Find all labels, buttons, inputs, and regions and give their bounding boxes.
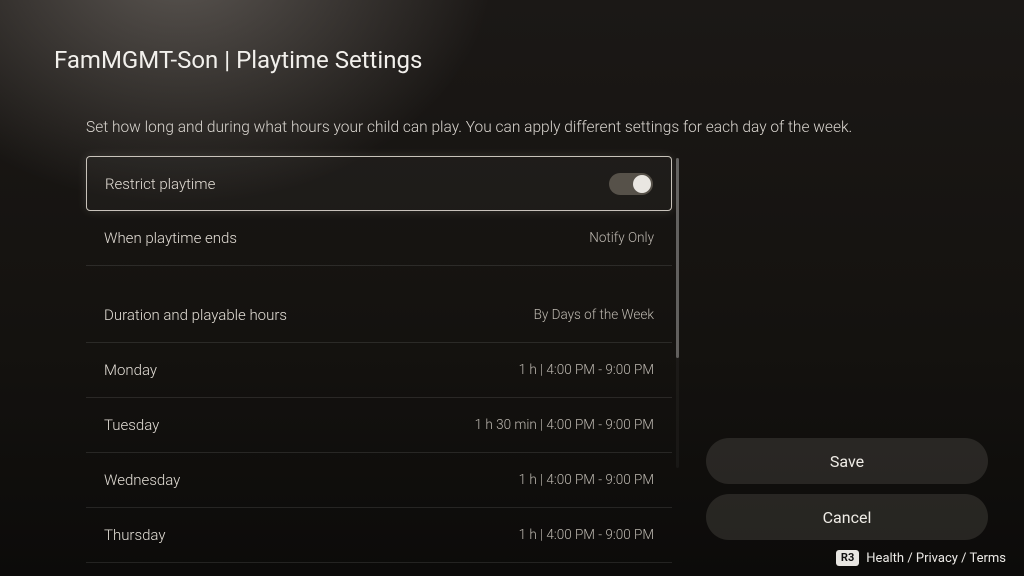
row-label: Monday [104, 361, 157, 379]
r3-button-hint-icon: R3 [836, 550, 859, 566]
row-day-tuesday[interactable]: Tuesday 1 h 30 min | 4:00 PM - 9:00 PM [86, 398, 672, 453]
row-label: Restrict playtime [105, 175, 215, 193]
row-day-wednesday[interactable]: Wednesday 1 h | 4:00 PM - 9:00 PM [86, 453, 672, 508]
row-day-thursday[interactable]: Thursday 1 h | 4:00 PM - 9:00 PM [86, 508, 672, 563]
row-value: 1 h 30 min | 4:00 PM - 9:00 PM [475, 417, 654, 433]
row-duration-playable-hours[interactable]: Duration and playable hours By Days of t… [86, 288, 672, 343]
row-value: 1 h | 4:00 PM - 9:00 PM [519, 362, 654, 378]
row-restrict-playtime[interactable]: Restrict playtime [86, 156, 672, 211]
row-day-monday[interactable]: Monday 1 h | 4:00 PM - 9:00 PM [86, 343, 672, 398]
section-gap [86, 266, 672, 288]
save-button[interactable]: Save [706, 438, 988, 484]
row-value: By Days of the Week [534, 307, 654, 323]
scrollbar-thumb[interactable] [676, 158, 679, 358]
scrollbar[interactable] [676, 158, 679, 468]
row-label: Thursday [104, 526, 166, 544]
row-label: Tuesday [104, 416, 159, 434]
toggle-knob [633, 175, 651, 193]
settings-list: Restrict playtime When playtime ends Not… [86, 156, 672, 563]
toggle-restrict-playtime[interactable] [609, 173, 653, 195]
row-label: Duration and playable hours [104, 306, 287, 324]
row-when-playtime-ends[interactable]: When playtime ends Notify Only [86, 211, 672, 266]
row-value: 1 h | 4:00 PM - 9:00 PM [519, 472, 654, 488]
footer-links[interactable]: Health / Privacy / Terms [866, 551, 1006, 566]
page-title: FamMGMT-Son | Playtime Settings [54, 46, 422, 74]
page-description: Set how long and during what hours your … [86, 118, 852, 136]
row-value: 1 h | 4:00 PM - 9:00 PM [519, 527, 654, 543]
row-label: Wednesday [104, 471, 180, 489]
footer: R3 Health / Privacy / Terms [836, 550, 1006, 566]
cancel-button[interactable]: Cancel [706, 494, 988, 540]
row-value: Notify Only [589, 230, 654, 246]
row-label: When playtime ends [104, 229, 237, 247]
